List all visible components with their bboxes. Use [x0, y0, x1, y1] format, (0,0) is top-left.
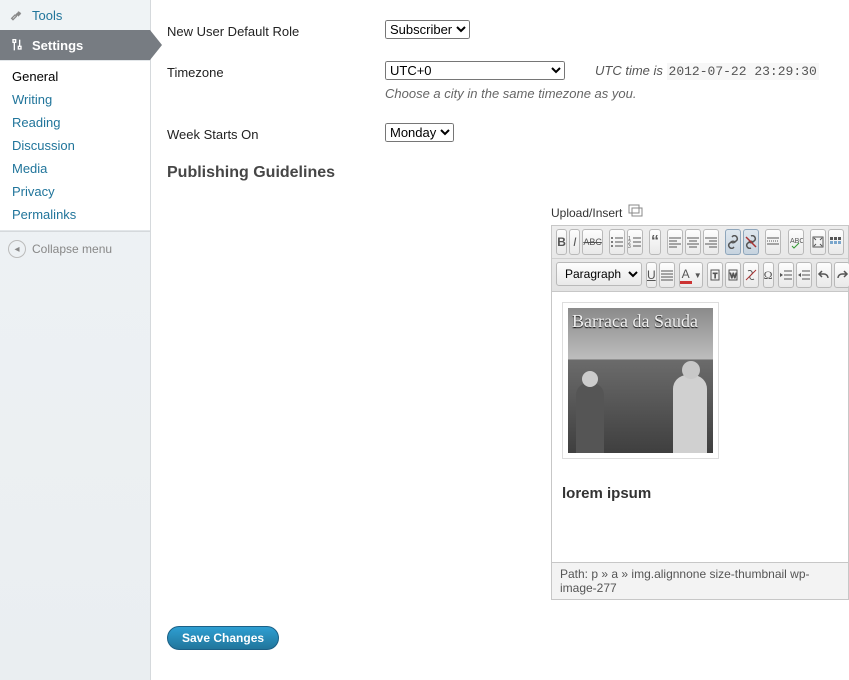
upload-insert-label: Upload/Insert — [551, 206, 622, 220]
link-button[interactable] — [725, 229, 741, 255]
fullscreen-button[interactable] — [810, 229, 826, 255]
special-char-button[interactable]: Ω — [763, 262, 774, 288]
kitchen-sink-button[interactable] — [828, 229, 844, 255]
week-start-label: Week Starts On — [167, 123, 385, 142]
timezone-select[interactable]: UTC+0 — [385, 61, 565, 80]
svg-text:3: 3 — [628, 244, 631, 249]
row-week-starts: Week Starts On Monday — [151, 123, 849, 142]
remove-format-button[interactable] — [743, 262, 759, 288]
row-timezone: Timezone UTC+0 UTC time is 2012-07-22 23… — [151, 61, 849, 101]
collapse-label: Collapse menu — [32, 242, 112, 256]
underline-button[interactable]: U — [646, 262, 657, 288]
align-justify-button[interactable] — [659, 262, 675, 288]
paste-text-button[interactable]: T — [707, 262, 723, 288]
bullet-list-button[interactable] — [609, 229, 625, 255]
submenu-discussion[interactable]: Discussion — [0, 134, 150, 157]
menu-tools[interactable]: Tools — [0, 0, 150, 30]
row-new-user-role: New User Default Role Subscriber — [151, 20, 849, 39]
utc-time-text: UTC time is 2012-07-22 23:29:30 — [595, 63, 819, 79]
editor-toolbar: B I ABC 123 “ ABC — [551, 225, 849, 292]
upload-insert-row: Upload/Insert — [551, 204, 849, 221]
collapse-menu[interactable]: ◂ Collapse menu — [0, 231, 150, 266]
align-left-button[interactable] — [667, 229, 683, 255]
new-user-role-select[interactable]: Subscriber — [385, 20, 470, 39]
submenu-media[interactable]: Media — [0, 157, 150, 180]
redo-button[interactable] — [834, 262, 849, 288]
submenu-privacy[interactable]: Privacy — [0, 180, 150, 203]
week-start-select[interactable]: Monday — [385, 123, 454, 142]
undo-button[interactable] — [816, 262, 832, 288]
editor-path: Path: p » a » img.alignnone size-thumbna… — [551, 563, 849, 600]
content-image-thumb[interactable]: Barraca da Sauda — [562, 302, 719, 459]
content-caption[interactable]: lorem ipsum — [562, 485, 838, 502]
indent-button[interactable] — [796, 262, 812, 288]
align-center-button[interactable] — [685, 229, 701, 255]
strike-button[interactable]: ABC — [582, 229, 603, 255]
new-user-role-label: New User Default Role — [167, 20, 385, 39]
menu-tools-label: Tools — [32, 8, 62, 23]
timezone-label: Timezone — [167, 61, 385, 80]
bold-button[interactable]: B — [556, 229, 567, 255]
text-color-button[interactable]: A▼ — [679, 262, 703, 288]
publishing-guidelines-heading: Publishing Guidelines — [167, 164, 849, 182]
settings-icon — [8, 36, 26, 54]
submenu-reading[interactable]: Reading — [0, 111, 150, 134]
numbered-list-button[interactable]: 123 — [627, 229, 643, 255]
more-button[interactable] — [765, 229, 781, 255]
settings-submenu: General Writing Reading Discussion Media… — [0, 60, 150, 231]
format-select[interactable]: Paragraph — [556, 262, 642, 286]
save-changes-button[interactable]: Save Changes — [167, 626, 279, 650]
submenu-writing[interactable]: Writing — [0, 88, 150, 111]
content-image: Barraca da Sauda — [568, 308, 713, 453]
svg-text:T: T — [713, 273, 718, 280]
svg-text:ABC: ABC — [790, 238, 803, 245]
align-right-button[interactable] — [703, 229, 719, 255]
add-media-icon[interactable] — [628, 204, 644, 221]
paste-word-button[interactable]: W — [725, 262, 741, 288]
spellcheck-button[interactable]: ABC — [788, 229, 804, 255]
submenu-general[interactable]: General — [0, 65, 150, 88]
menu-settings-label: Settings — [32, 38, 83, 53]
submenu-permalinks[interactable]: Permalinks — [0, 203, 150, 226]
editor-path-value[interactable]: p » a » img.alignnone size-thumbnail wp-… — [560, 567, 810, 595]
editor-content[interactable]: Barraca da Sauda lorem ipsum — [551, 292, 849, 563]
unlink-button[interactable] — [743, 229, 759, 255]
tools-icon — [8, 6, 26, 24]
collapse-icon: ◂ — [8, 240, 26, 258]
outdent-button[interactable] — [778, 262, 794, 288]
timezone-hint: Choose a city in the same timezone as yo… — [385, 86, 849, 101]
utc-time-value: 2012-07-22 23:29:30 — [667, 63, 819, 80]
blockquote-button[interactable]: “ — [649, 229, 660, 255]
svg-text:W: W — [730, 273, 737, 280]
menu-settings[interactable]: Settings — [0, 30, 150, 60]
italic-button[interactable]: I — [569, 229, 580, 255]
